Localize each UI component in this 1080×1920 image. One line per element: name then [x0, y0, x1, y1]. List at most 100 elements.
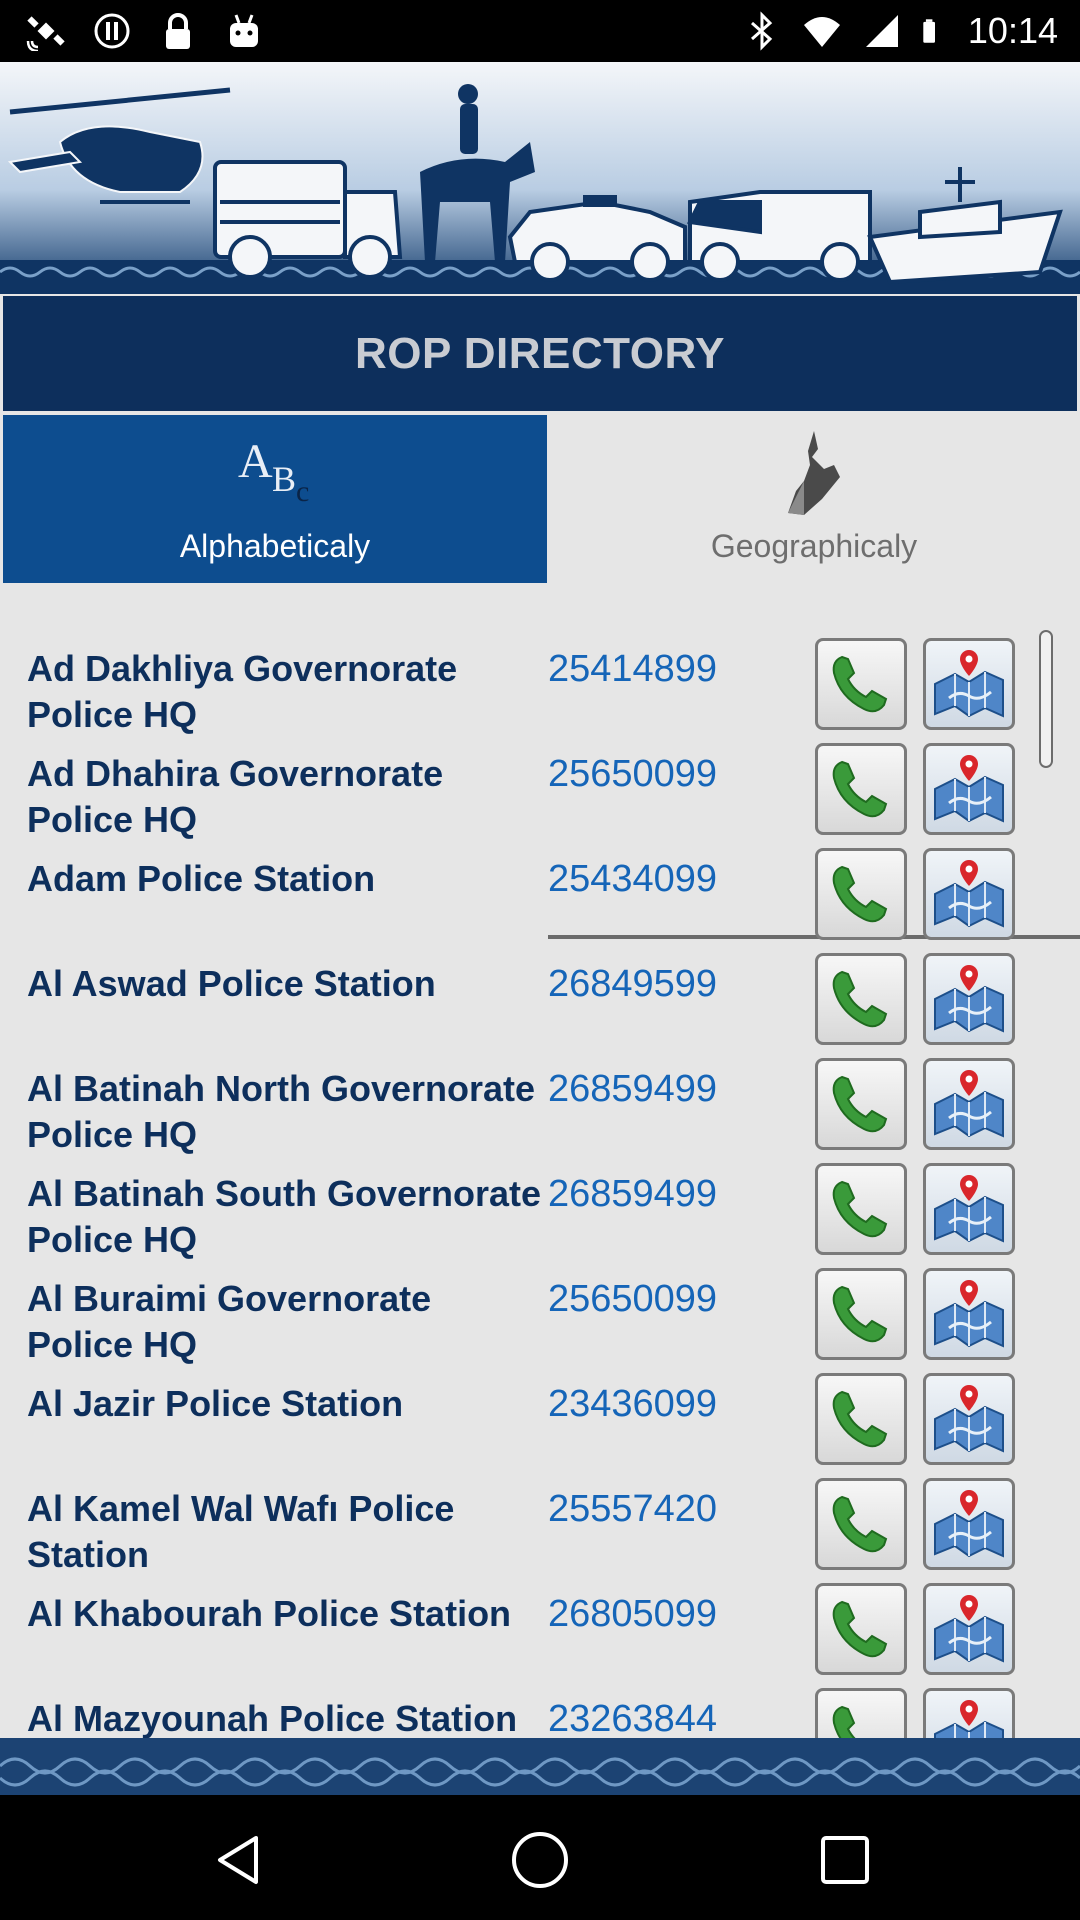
call-button[interactable]	[815, 1163, 907, 1255]
phone-icon	[832, 1075, 888, 1133]
home-icon	[512, 1832, 568, 1888]
wifi-icon	[803, 17, 840, 47]
phone-number[interactable]: 26859499	[548, 1171, 717, 1217]
recents-icon	[821, 1836, 869, 1884]
back-icon	[218, 1836, 258, 1884]
list-item[interactable]: Ad Dakhliya Governorate Police HQ 2541489…	[0, 638, 1080, 751]
call-button[interactable]	[815, 953, 907, 1045]
phone-number[interactable]: 26805099	[548, 1591, 717, 1637]
station-name: Al Batinah North Governorate Police HQ	[27, 1068, 536, 1155]
system-nav-bar	[0, 1795, 1080, 1920]
call-button[interactable]	[815, 743, 907, 835]
station-name: Al Kamel Wal Wafı Police Station	[27, 1488, 455, 1575]
phone-icon	[832, 1495, 888, 1553]
map-pin-icon	[934, 965, 1004, 1033]
list-item[interactable]: Al Kamel Wal Wafı Police Station 25557420	[0, 1478, 1080, 1591]
phone-icon	[832, 760, 888, 818]
oman-map-icon	[788, 431, 840, 515]
phone-number[interactable]: 25650099	[548, 751, 717, 797]
map-pin-icon	[934, 650, 1004, 718]
home-button[interactable]	[505, 1825, 575, 1895]
status-time: 10:14	[967, 10, 1058, 51]
tab-geographically[interactable]: Geographicaly	[548, 415, 1080, 583]
back-button[interactable]	[205, 1825, 275, 1895]
recents-button[interactable]	[810, 1825, 880, 1895]
abc-icon: A B c	[238, 435, 309, 508]
phone-number[interactable]: 25650099	[548, 1276, 717, 1322]
header-banner	[0, 62, 1080, 294]
map-button[interactable]	[923, 1583, 1015, 1675]
call-button[interactable]	[815, 1268, 907, 1360]
map-button[interactable]	[923, 1268, 1015, 1360]
phone-icon	[832, 1600, 888, 1658]
phone-number[interactable]: 25557420	[548, 1486, 717, 1532]
map-pin-icon	[934, 1070, 1004, 1138]
emergency-vehicles-illustration	[0, 62, 1080, 294]
map-button[interactable]	[923, 1058, 1015, 1150]
status-bar: 10:14	[0, 0, 1080, 62]
map-pin-icon	[934, 1385, 1004, 1453]
list-item[interactable]: Al Aswad Police Station 26849599	[0, 953, 1080, 1066]
phone-number[interactable]: 23436099	[548, 1381, 717, 1427]
list-item[interactable]: Ad Dhahira Governorate Police HQ 25650099	[0, 743, 1080, 856]
phone-number[interactable]: 26849599	[548, 961, 717, 1007]
decorative-footer-strip	[0, 1738, 1080, 1795]
phone-number[interactable]: 23263844	[548, 1696, 717, 1742]
svg-text:c: c	[296, 475, 309, 508]
list-item[interactable]: Al Batinah South Governorate Police HQ 26…	[0, 1163, 1080, 1276]
call-button[interactable]	[815, 1478, 907, 1570]
map-pin-icon	[934, 1280, 1004, 1348]
station-name: Al Mazyounah Police Station	[27, 1698, 518, 1739]
svg-text:B: B	[272, 459, 296, 499]
map-button[interactable]	[923, 848, 1015, 940]
station-name: Adam Police Station	[27, 858, 376, 899]
page-title: ROP DIRECTORY	[355, 328, 725, 378]
phone-icon	[832, 655, 888, 713]
svg-text:A: A	[238, 435, 273, 488]
map-pin-icon	[934, 860, 1004, 928]
signal-icon	[865, 15, 898, 47]
battery-icon	[923, 19, 935, 43]
station-name: Ad Dhahira Governorate Police HQ	[27, 753, 444, 840]
list-item[interactable]: Al Khabourah Police Station 26805099	[0, 1583, 1080, 1696]
call-button[interactable]	[815, 1058, 907, 1150]
list-item[interactable]: Adam Police Station 25434099	[0, 848, 1080, 961]
map-pin-icon	[934, 1490, 1004, 1558]
call-button[interactable]	[815, 1583, 907, 1675]
phone-icon	[832, 1390, 888, 1448]
map-button[interactable]	[923, 1478, 1015, 1570]
tab-alphabetically-label: Alphabeticaly	[179, 528, 371, 564]
map-button[interactable]	[923, 953, 1015, 1045]
lock-icon	[166, 13, 190, 49]
list-item[interactable]: Al Batinah North Governorate Police HQ 26…	[0, 1058, 1080, 1171]
call-button[interactable]	[815, 848, 907, 940]
scrollbar-thumb[interactable]	[1039, 630, 1053, 768]
tab-alphabetically[interactable]: A B c Alphabeticaly	[3, 415, 547, 583]
phone-number[interactable]: 26859499	[548, 1066, 717, 1112]
directory-list[interactable]: Ad Dakhliya Governorate Police HQ 2541489…	[0, 622, 1080, 1792]
phone-number[interactable]: 25434099	[548, 856, 717, 902]
phone-icon	[832, 970, 888, 1028]
map-button[interactable]	[923, 638, 1015, 730]
list-item[interactable]: Al Jazir Police Station 23436099	[0, 1373, 1080, 1486]
tab-geographically-label: Geographicaly	[710, 528, 918, 564]
app-screen: ROP DIRECTORY A B c Alphabeticaly Geogra…	[0, 62, 1080, 1795]
tab-bar: A B c Alphabeticaly Geographicaly	[0, 415, 1080, 939]
phone-icon	[832, 1180, 888, 1238]
map-pin-icon	[934, 1595, 1004, 1663]
map-pin-icon	[934, 755, 1004, 823]
station-name: Al Jazir Police Station	[27, 1383, 404, 1424]
call-button[interactable]	[815, 638, 907, 730]
page-title-bar: ROP DIRECTORY	[3, 296, 1077, 411]
map-button[interactable]	[923, 1163, 1015, 1255]
map-button[interactable]	[923, 743, 1015, 835]
station-name: Ad Dakhliya Governorate Police HQ	[27, 648, 458, 735]
alert-circle-icon	[94, 13, 130, 49]
list-item[interactable]: Al Buraimi Governorate Police HQ 25650099	[0, 1268, 1080, 1381]
station-name: Al Khabourah Police Station	[27, 1593, 512, 1634]
call-button[interactable]	[815, 1373, 907, 1465]
android-icon	[230, 14, 258, 47]
bluetooth-icon	[750, 11, 773, 51]
phone-number[interactable]: 25414899	[548, 646, 717, 692]
map-button[interactable]	[923, 1373, 1015, 1465]
